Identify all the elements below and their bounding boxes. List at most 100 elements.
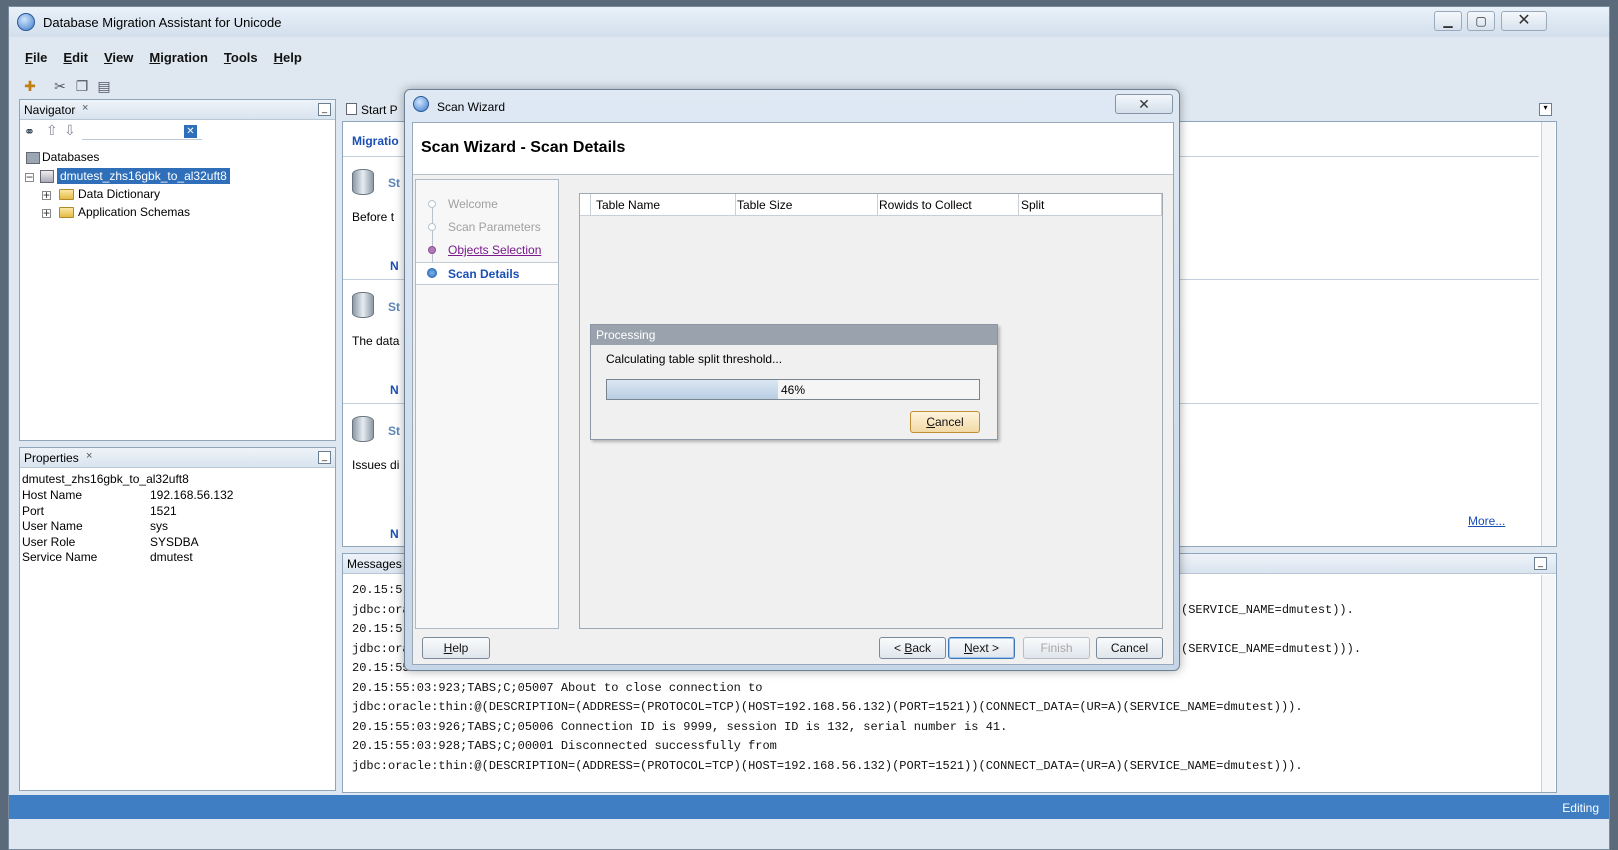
property-key: Service Name [22, 550, 98, 564]
tree-databases[interactable]: Databases [42, 150, 99, 164]
editor-menu-icon[interactable]: ▾ [1539, 103, 1552, 116]
title-bar: Database Migration Assistant for Unicode… [9, 7, 1609, 37]
menu-label-rest: elp [283, 50, 302, 65]
navigator-toolbar: ⚭ ⇧ ⇩ ✕ [22, 122, 202, 142]
card1-title[interactable]: St [388, 176, 400, 190]
step-objects-selection[interactable]: Objects Selection [448, 243, 541, 257]
finish-button[interactable]: Finish [1023, 637, 1090, 659]
property-key: User Name [22, 519, 83, 533]
property-row[interactable]: Port 1521 [22, 504, 334, 519]
column-split[interactable]: Split [1021, 198, 1044, 212]
card3-link[interactable]: N [390, 527, 399, 541]
menu-label-rest: ile [32, 50, 48, 65]
dialog-close-button[interactable]: ✕ [1115, 94, 1173, 114]
navigator-panel: Navigator × _ ⚭ ⇧ ⇩ ✕ Databases − dmutes… [19, 99, 336, 441]
maximize-button[interactable]: ▢ [1467, 11, 1495, 31]
step-scan-parameters: Scan Parameters [448, 220, 541, 234]
tree-application-schemas[interactable]: Application Schemas [78, 205, 190, 219]
progress-bar: 46% [606, 379, 980, 400]
menu-mnemonic: H [273, 50, 284, 65]
property-row[interactable]: Service Name dmutest [22, 550, 334, 565]
next-mnemonic: N [963, 641, 973, 655]
properties-minimize-icon[interactable]: _ [318, 451, 331, 464]
tab-start-page[interactable]: Start P [361, 103, 398, 117]
menu-label-rest: ools [230, 50, 258, 65]
dialog-icon [413, 96, 429, 112]
property-row[interactable]: User Role SYSDBA [22, 535, 334, 550]
menu-edit[interactable]: Edit [55, 47, 96, 69]
processing-cancel-button[interactable]: Cancel [910, 411, 980, 433]
card2-title[interactable]: St [388, 300, 400, 314]
properties-close-icon[interactable]: × [86, 450, 92, 462]
new-connection-icon[interactable]: ✚ [21, 77, 39, 95]
menu-mnemonic: M [149, 50, 161, 65]
close-window-button[interactable]: ✕ [1501, 11, 1547, 31]
message-line: 20.15:5 [352, 622, 403, 636]
card2-link[interactable]: N [390, 383, 399, 397]
back-prefix: < [893, 641, 905, 655]
card3-title[interactable]: St [388, 424, 400, 438]
database-warning-icon [352, 416, 374, 442]
tree-connection[interactable]: dmutest_zhs16gbk_to_al32uft8 [57, 168, 230, 184]
status-text: Editing [1562, 801, 1599, 815]
start-page-scrollbar[interactable] [1541, 122, 1555, 546]
binoculars-icon[interactable]: ⚭ [24, 124, 35, 140]
menu-view[interactable]: View [96, 47, 141, 69]
property-value: 1521 [150, 503, 177, 518]
start-page-heading: Migratio [352, 134, 399, 148]
progress-percent: 46% [780, 383, 806, 397]
column-table-size[interactable]: Table Size [737, 198, 792, 212]
copy-icon[interactable]: ❐ [73, 77, 91, 95]
tree-data-dictionary[interactable]: Data Dictionary [78, 187, 160, 201]
message-line: 20.15:55:03:928;TABS;C;00001 Disconnecte… [352, 739, 777, 753]
processing-message: Calculating table split threshold... [606, 352, 783, 366]
column-table-name[interactable]: Table Name [596, 198, 660, 212]
expand-icon[interactable]: + [42, 207, 51, 219]
paste-icon[interactable]: ▤ [95, 77, 113, 95]
help-button[interactable]: Help [422, 637, 490, 659]
navigator-title: Navigator [24, 103, 76, 117]
card1-link[interactable]: N [390, 259, 399, 273]
menu-file[interactable]: File [17, 47, 55, 69]
messages-scrollbar[interactable] [1541, 575, 1555, 792]
scan-wizard-dialog: Scan Wizard ✕ Scan Wizard - Scan Details… [404, 89, 1180, 671]
menu-migration[interactable]: Migration [141, 47, 216, 69]
message-line: 20.15:5 [352, 583, 403, 597]
messages-title: Messages [347, 557, 402, 571]
property-row[interactable]: Host Name 192.168.56.132 [22, 488, 334, 503]
card3-text: Issues di [352, 458, 400, 472]
expand-icon[interactable]: + [42, 189, 51, 201]
message-line: 20.15:55:03:926;TABS;C;05006 Connection … [352, 719, 1008, 734]
processing-dialog: Processing Calculating table split thres… [590, 324, 998, 440]
property-row[interactable]: User Name sys [22, 519, 334, 534]
properties-title: Properties [24, 451, 79, 465]
arrow-down-icon[interactable]: ⇩ [64, 122, 76, 139]
messages-minimize-icon[interactable]: _ [1534, 557, 1547, 570]
collapse-icon[interactable]: − [25, 171, 34, 183]
menu-mnemonic: T [223, 50, 231, 65]
next-button[interactable]: Next > [948, 637, 1015, 659]
clear-search-icon[interactable]: ✕ [184, 125, 197, 138]
property-key: Host Name [22, 488, 83, 502]
menu-label-rest: iew [112, 50, 134, 65]
processing-title: Processing [596, 328, 656, 342]
back-button[interactable]: < Back [879, 637, 946, 659]
cancel-button[interactable]: Cancel [1096, 637, 1163, 659]
message-line-tail: (SERVICE_NAME=dmutest)). [1181, 602, 1354, 617]
arrow-up-icon[interactable]: ⇧ [46, 122, 58, 139]
minimize-button[interactable]: ▁ [1434, 11, 1462, 31]
navigator-minimize-icon[interactable]: _ [318, 103, 331, 116]
back-rest: ack [912, 641, 932, 655]
folder-icon [59, 189, 74, 200]
database-icon [352, 169, 374, 195]
navigator-header: Navigator × _ [20, 100, 335, 120]
help-rest: elp [452, 641, 469, 655]
menu-help[interactable]: Help [266, 47, 310, 69]
cut-icon[interactable]: ✂ [51, 77, 69, 95]
menu-tools[interactable]: Tools [216, 47, 266, 69]
navigator-close-icon[interactable]: × [82, 102, 88, 114]
properties-connection-name: dmutest_zhs16gbk_to_al32uft8 [22, 472, 189, 486]
more-link[interactable]: More... [1468, 514, 1505, 528]
column-rowids[interactable]: Rowids to Collect [879, 198, 972, 212]
step-scan-details: Scan Details [448, 267, 520, 281]
